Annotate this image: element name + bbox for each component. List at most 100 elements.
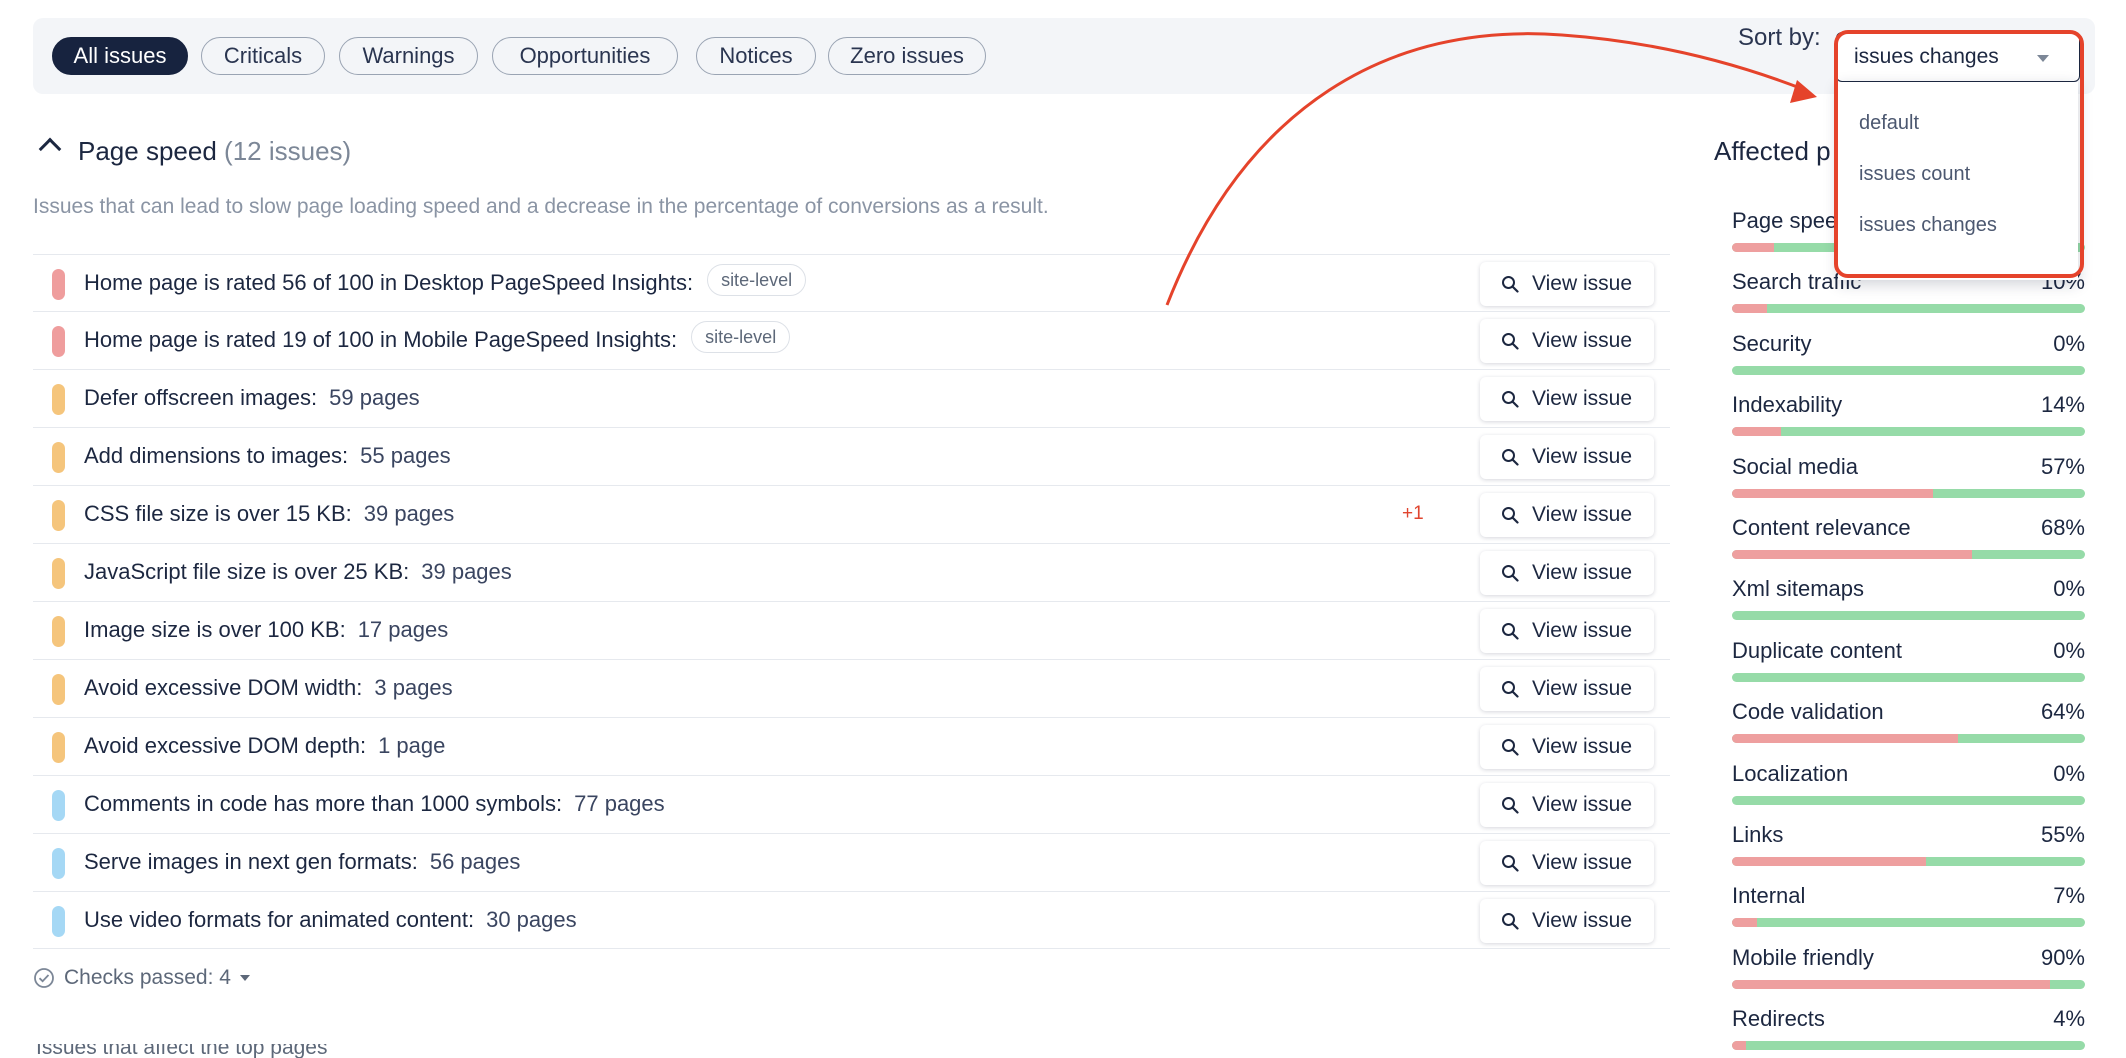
severity-indicator-warning [52, 384, 65, 415]
caret-down-icon [239, 975, 250, 981]
affected-category[interactable]: Xml sitemaps 0% [1732, 576, 2085, 622]
view-issue-label: View issue [1532, 272, 1632, 295]
view-issue-label: View issue [1532, 329, 1632, 352]
view-issue-button[interactable]: View issue [1480, 319, 1654, 363]
category-label: Mobile friendly [1732, 944, 1874, 970]
view-issue-button[interactable]: View issue [1480, 551, 1654, 595]
issue-title: Serve images in next gen formats: 56 page… [84, 849, 520, 875]
affected-category[interactable]: Internal 7% [1732, 883, 2085, 929]
affected-category[interactable]: Content relevance 68% [1732, 515, 2085, 561]
view-issue-label: View issue [1532, 851, 1632, 874]
search-icon [1502, 276, 1519, 293]
category-percent: 7% [2053, 883, 2085, 909]
category-progress-bar [1732, 611, 2085, 621]
sort-option-issues-count[interactable]: issues count [1859, 163, 1970, 186]
category-percent: 57% [2040, 453, 2085, 479]
filter-notices[interactable]: Notices [696, 37, 816, 75]
sort-option-issues-changes[interactable]: issues changes [1859, 214, 1997, 237]
sort-selected-value: issues changes [1854, 45, 1999, 68]
category-progress-fill [1732, 857, 1927, 866]
category-progress-fill [1732, 550, 1973, 559]
section-title-text: Page speed [78, 136, 217, 166]
affected-category[interactable]: Localization 0% [1732, 761, 2085, 807]
category-label: Duplicate content [1732, 637, 1902, 663]
severity-indicator-opportunity [52, 906, 65, 937]
view-issue-button[interactable]: View issue [1480, 899, 1654, 943]
category-percent: 0% [2053, 637, 2085, 663]
severity-indicator-critical [52, 326, 65, 357]
affected-category[interactable]: Links 55% [1732, 822, 2085, 868]
affected-panel-title: Affected p [1714, 136, 1831, 166]
sort-select[interactable]: issues changes [1836, 32, 2080, 82]
filter-criticals[interactable]: Criticals [201, 37, 325, 75]
severity-indicator-opportunity [52, 790, 65, 821]
category-progress-fill [1732, 734, 1958, 744]
category-label: Security [1732, 330, 1812, 356]
view-issue-label: View issue [1532, 677, 1632, 700]
affected-category[interactable]: Mobile friendly 90% [1732, 945, 2085, 991]
view-issue-button[interactable]: View issue [1480, 725, 1654, 769]
search-icon [1502, 681, 1519, 698]
issue-page-count: 3 pages [374, 675, 453, 700]
section-title[interactable]: Page speed (12 issues) [78, 136, 351, 167]
category-label: Redirects [1732, 1006, 1825, 1032]
category-percent: 14% [2040, 392, 2085, 418]
view-issue-button[interactable]: View issue [1480, 435, 1654, 479]
affected-category[interactable]: Social media 57% [1732, 454, 2085, 500]
affected-category[interactable]: Code validation 64% [1732, 699, 2085, 745]
view-issue-label: View issue [1532, 735, 1632, 758]
category-progress-fill [1732, 304, 1768, 314]
view-issue-button[interactable]: View issue [1480, 783, 1654, 827]
view-issue-label: View issue [1532, 619, 1632, 642]
issue-name: Use video formats for animated content: [84, 907, 475, 932]
filter-warnings[interactable]: Warnings [339, 37, 478, 75]
category-label: Localization [1732, 760, 1849, 786]
view-issue-button[interactable]: View issue [1480, 377, 1654, 421]
sort-option-default[interactable]: default [1859, 112, 1919, 135]
severity-indicator-opportunity [52, 848, 65, 879]
view-issue-label: View issue [1532, 387, 1632, 410]
category-progress-bar [1732, 857, 2085, 866]
category-label: Internal [1732, 883, 1806, 909]
issue-page-count: 17 pages [357, 617, 449, 642]
issue-name: Comments in code has more than 1000 symb… [84, 791, 563, 816]
issue-name: CSS file size is over 15 KB: [84, 501, 352, 526]
issue-row: Comments in code has more than 1000 symb… [33, 775, 1670, 833]
chevron-up-icon[interactable] [38, 137, 62, 161]
affected-category[interactable]: Indexability 14% [1732, 392, 2085, 438]
filter-zero-issues[interactable]: Zero issues [828, 37, 986, 75]
filter-all-issues[interactable]: All issues [52, 37, 188, 75]
category-label: Code validation [1732, 699, 1884, 725]
severity-indicator-warning [52, 674, 65, 705]
issue-page-count: 55 pages [360, 443, 451, 468]
view-issue-button[interactable]: View issue [1480, 841, 1654, 885]
section-description: Issues that can lead to slow page loadin… [33, 195, 1049, 218]
issue-row: Serve images in next gen formats: 56 page… [33, 833, 1670, 891]
category-progress-bar [1732, 550, 2085, 559]
view-issue-button[interactable]: View issue [1480, 493, 1654, 537]
issue-title: Avoid excessive DOM width: 3 pages [84, 675, 453, 701]
issue-name: Serve images in next gen formats: [84, 849, 418, 874]
checks-passed-toggle[interactable]: Checks passed: 4 [33, 966, 250, 990]
severity-indicator-warning [52, 732, 65, 763]
issue-title: Comments in code has more than 1000 symb… [84, 791, 665, 817]
search-icon [1502, 623, 1519, 640]
affected-category[interactable]: Security 0% [1732, 331, 2085, 377]
view-issue-button[interactable]: View issue [1480, 262, 1654, 306]
issue-name: Image size is over 100 KB: [84, 617, 346, 642]
view-issue-button[interactable]: View issue [1480, 667, 1654, 711]
category-progress-fill [1732, 979, 2050, 989]
issue-row: JavaScript file size is over 25 KB: 39 pa… [33, 543, 1670, 601]
severity-indicator-critical [52, 269, 65, 300]
category-progress-fill [1732, 243, 1775, 252]
category-percent: 0% [2053, 330, 2085, 356]
category-progress-bar [1732, 427, 2085, 437]
search-icon [1502, 739, 1519, 756]
category-label: Social media [1732, 453, 1858, 479]
category-progress-fill [1732, 918, 1757, 928]
filter-opportunities[interactable]: Opportunities [492, 37, 678, 75]
affected-category[interactable]: Duplicate content 0% [1732, 638, 2085, 684]
view-issue-button[interactable]: View issue [1480, 609, 1654, 653]
affected-category[interactable]: Redirects 4% [1732, 1006, 2085, 1052]
issue-row: Home page is rated 56 of 100 in Desktop … [33, 254, 1670, 311]
